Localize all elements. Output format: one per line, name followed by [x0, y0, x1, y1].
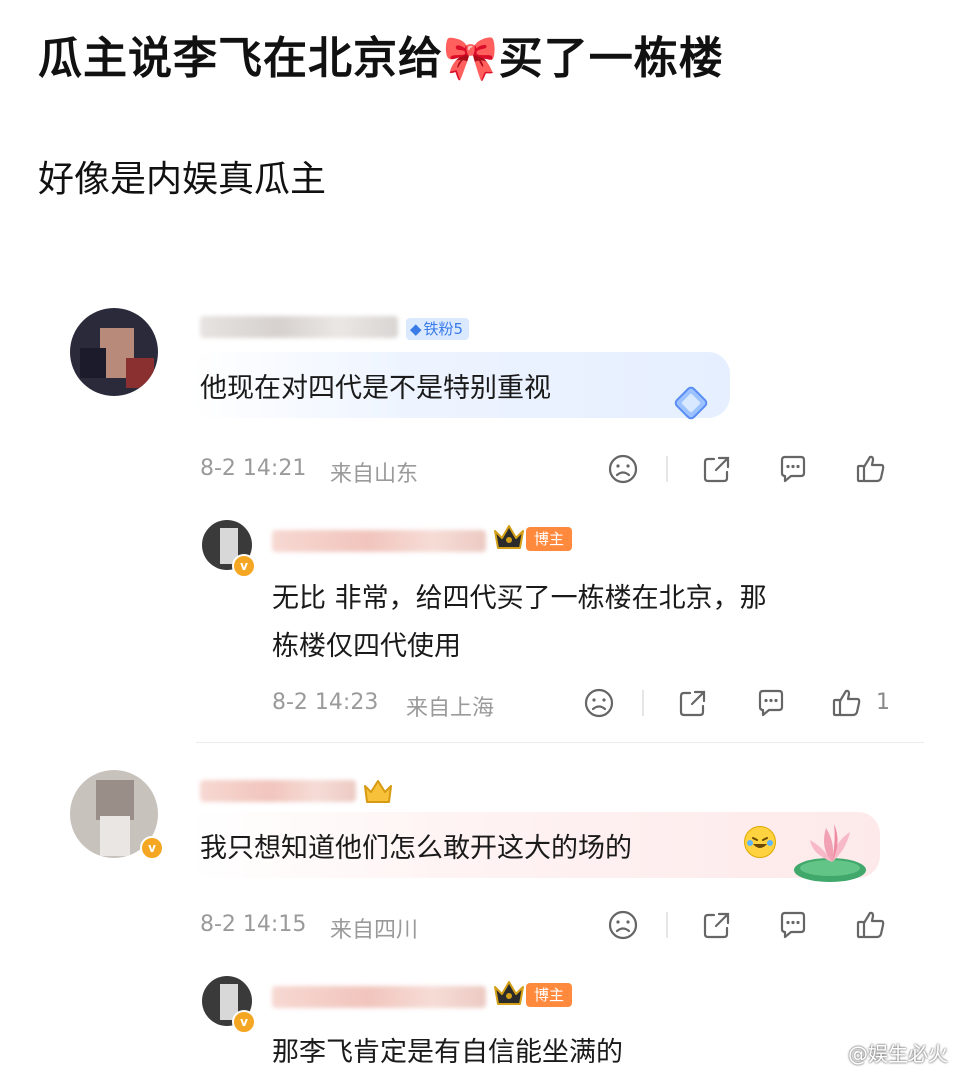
- sad-face-icon[interactable]: [606, 908, 640, 942]
- like-icon[interactable]: [830, 686, 864, 720]
- gem-decoration-icon: [668, 380, 714, 430]
- member-badge-icon: [362, 778, 394, 810]
- username-blurred[interactable]: [200, 316, 398, 338]
- sad-face-icon[interactable]: [582, 686, 616, 720]
- reply-text-line: 无比 非常，给四代买了一栋楼在北京，那: [272, 583, 767, 614]
- share-icon[interactable]: [700, 908, 734, 942]
- username-blurred[interactable]: [272, 530, 486, 552]
- divider: [666, 456, 668, 482]
- watermark: @娱生必火: [848, 1042, 948, 1066]
- post-title: 瓜主说李飞在北京给🎀买了一栋楼: [38, 33, 724, 84]
- share-icon[interactable]: [676, 686, 710, 720]
- comment-icon[interactable]: [776, 452, 810, 486]
- crown-icon: [492, 978, 526, 1012]
- like-icon[interactable]: [854, 452, 888, 486]
- comment-location: 来自上海: [406, 696, 495, 721]
- comment-time: 8-2 14:23: [272, 690, 379, 715]
- comment-divider: [196, 742, 924, 743]
- comment-time: 8-2 14:15: [200, 912, 307, 937]
- comment-text: 他现在对四代是不是特别重视: [200, 373, 551, 404]
- post-subtitle: 好像是内娱真瓜主: [38, 159, 327, 200]
- comment-icon[interactable]: [754, 686, 788, 720]
- diamond-icon: ◆: [410, 320, 422, 338]
- verified-icon: v: [232, 1010, 256, 1034]
- author-badge: 博主: [526, 983, 573, 1007]
- reply-text-line: 栋楼仅四代使用: [272, 631, 461, 662]
- crown-icon: [492, 522, 526, 556]
- fan-level-badge: ◆ 铁粉5: [406, 318, 470, 340]
- comment-location: 来自山东: [330, 462, 419, 487]
- lotus-decoration-icon: [790, 818, 874, 888]
- verified-icon: v: [232, 554, 256, 578]
- username-blurred[interactable]: [272, 986, 486, 1008]
- comment-location: 来自四川: [330, 918, 419, 943]
- divider: [666, 912, 668, 938]
- username-blurred[interactable]: [200, 780, 356, 802]
- author-badge: 博主: [526, 527, 573, 551]
- comment-icon[interactable]: [776, 908, 810, 942]
- reply-text: 那李飞肯定是有自信能坐满的: [272, 1037, 623, 1068]
- verified-icon: v: [140, 836, 164, 860]
- share-icon[interactable]: [700, 452, 734, 486]
- avatar[interactable]: [70, 308, 158, 396]
- like-icon[interactable]: [854, 908, 888, 942]
- divider: [642, 690, 644, 716]
- like-count: 1: [876, 690, 890, 715]
- comment-time: 8-2 14:21: [200, 456, 307, 481]
- comment-text: 我只想知道他们怎么敢开这大的场的: [200, 833, 632, 864]
- sad-face-icon[interactable]: [606, 452, 640, 486]
- laugh-cry-emoji-icon: [744, 826, 776, 858]
